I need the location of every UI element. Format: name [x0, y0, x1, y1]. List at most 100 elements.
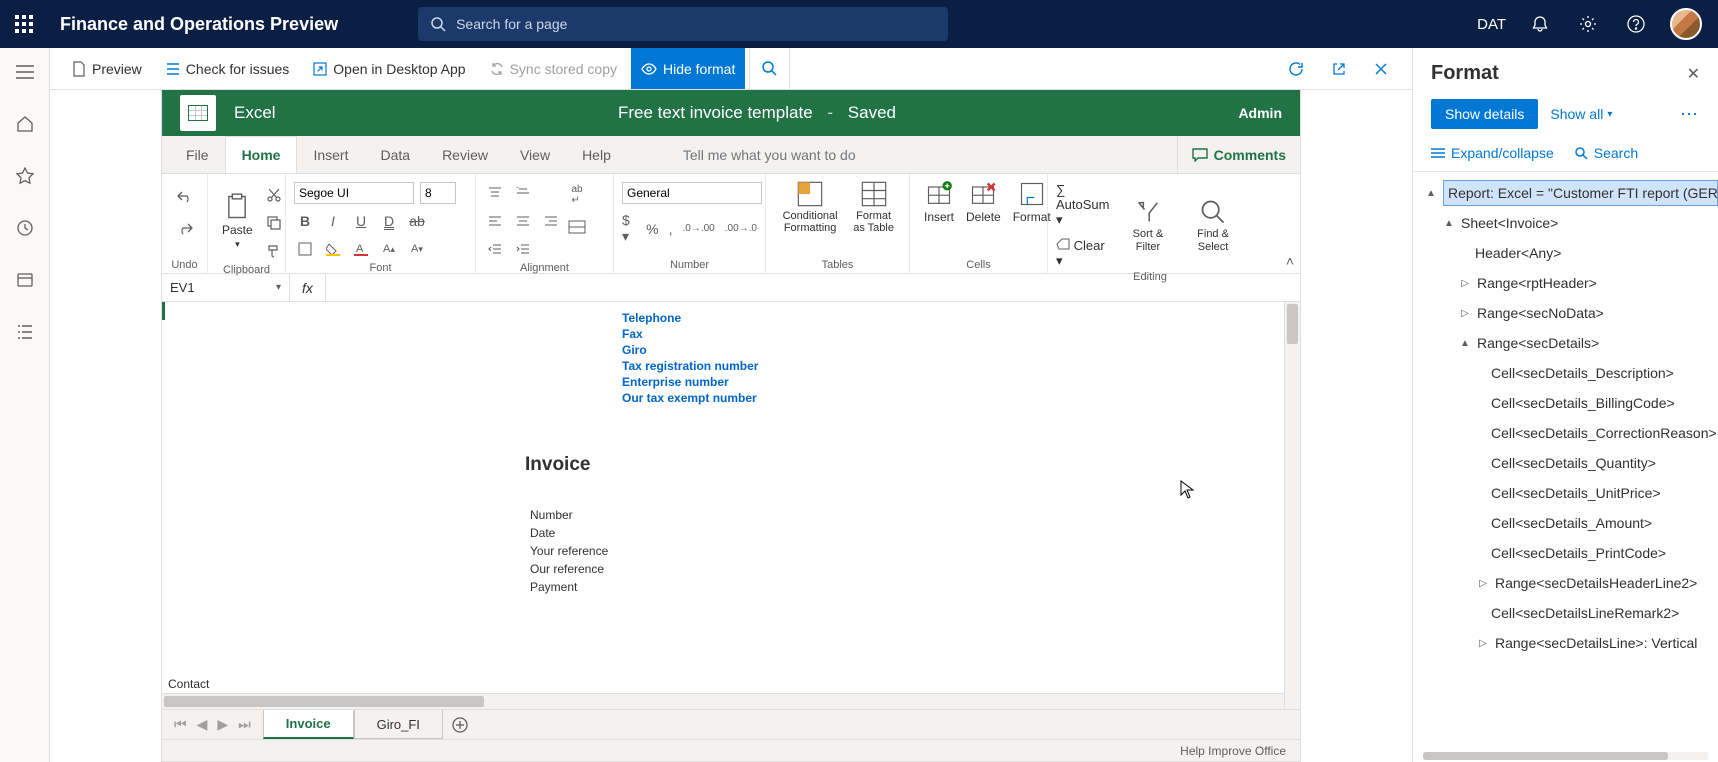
sheet-nav-next-icon[interactable]: ▶ [217, 716, 228, 733]
redo-icon[interactable] [174, 218, 196, 240]
fx-icon[interactable]: fx [290, 274, 326, 301]
worksheet-grid[interactable]: Telephone Fax Giro Tax registration numb… [162, 302, 1300, 709]
outdent-icon[interactable] [484, 238, 506, 260]
tree-cell-amount[interactable]: Cell<secDetails_Amount> [1423, 508, 1718, 538]
name-box[interactable]: EV1▾ [162, 274, 290, 301]
add-sheet-icon[interactable] [443, 710, 477, 739]
font-name-select[interactable] [294, 182, 414, 204]
open-desktop-button[interactable]: Open in Desktop App [303, 48, 475, 89]
cell-taxexempt[interactable]: Our tax exempt number [622, 390, 1284, 406]
preview-button[interactable]: Preview [62, 48, 152, 89]
merge-icon[interactable] [566, 216, 588, 238]
tree-root[interactable]: ▲Report: Excel = "Customer FTI report (G… [1423, 178, 1718, 208]
tab-insert[interactable]: Insert [297, 136, 364, 173]
sheet-nav-prev-icon[interactable]: ◀ [197, 716, 208, 733]
app-launcher-icon[interactable] [8, 8, 40, 40]
border-icon[interactable] [294, 238, 316, 260]
align-center-icon[interactable] [512, 210, 534, 232]
tab-file[interactable]: File [170, 136, 225, 173]
cell-contact[interactable]: Contact [168, 677, 209, 691]
tree-cell-remark2[interactable]: Cell<secDetailsLineRemark2> [1423, 598, 1718, 628]
currency-icon[interactable]: $ ▾ [622, 212, 636, 245]
help-icon[interactable] [1622, 10, 1650, 38]
sort-filter-button[interactable]: Sort & Filter [1120, 182, 1176, 269]
tree-cell-correction[interactable]: Cell<secDetails_CorrectionReason> [1423, 418, 1718, 448]
align-left-icon[interactable] [484, 210, 506, 232]
nav-workspaces-icon[interactable] [13, 268, 37, 292]
show-details-button[interactable]: Show details [1431, 99, 1538, 129]
invoice-heading[interactable]: Invoice [525, 454, 1284, 476]
shrink-font-icon[interactable]: A▾ [406, 238, 428, 260]
tab-home[interactable]: Home [225, 136, 298, 173]
cell-fax[interactable]: Fax [622, 326, 1284, 342]
tree-cell-billing[interactable]: Cell<secDetails_BillingCode> [1423, 388, 1718, 418]
copy-icon[interactable] [263, 212, 285, 234]
status-help[interactable]: Help Improve Office [1180, 744, 1286, 758]
comments-button[interactable]: Comments [1177, 136, 1300, 173]
tab-help[interactable]: Help [566, 136, 627, 173]
undo-icon[interactable] [174, 186, 196, 208]
tree-cell-qty[interactable]: Cell<secDetails_Quantity> [1423, 448, 1718, 478]
cut-icon[interactable] [263, 184, 285, 206]
tab-review[interactable]: Review [426, 136, 504, 173]
insert-cells-button[interactable]: Insert [918, 178, 960, 226]
tree-secnodata[interactable]: ▷Range<secNoData> [1423, 298, 1718, 328]
nav-home-icon[interactable] [13, 112, 37, 136]
sheet-nav-last-icon[interactable]: ⏭ [238, 716, 251, 733]
italic-icon[interactable]: I [322, 210, 344, 232]
inc-decimal-icon[interactable]: .0→.00 [683, 223, 715, 234]
number-format-select[interactable] [622, 182, 762, 204]
sheet-nav-first-icon[interactable]: ⏮ [174, 716, 187, 733]
comma-icon[interactable]: , [669, 221, 673, 237]
font-size-select[interactable] [420, 182, 456, 204]
panel-more-icon[interactable]: ⋯ [1680, 104, 1700, 125]
cell-payment[interactable]: Payment [530, 578, 1284, 596]
company-code[interactable]: DAT [1477, 16, 1506, 33]
hide-format-button[interactable]: Hide format [631, 48, 745, 89]
delete-cells-button[interactable]: Delete [960, 178, 1007, 226]
nav-recent-icon[interactable] [13, 216, 37, 240]
cell-telephone[interactable]: Telephone [622, 310, 1284, 326]
percent-icon[interactable]: % [646, 221, 658, 237]
cell-yourref[interactable]: Your reference [530, 542, 1284, 560]
strike-icon[interactable]: ab [406, 210, 428, 232]
tree-sheet[interactable]: ▲Sheet<Invoice> [1423, 208, 1718, 238]
cell-giro[interactable]: Giro [622, 342, 1284, 358]
user-avatar[interactable] [1670, 8, 1702, 40]
gear-icon[interactable] [1574, 10, 1602, 38]
excel-user[interactable]: Admin [1238, 105, 1282, 121]
nav-modules-icon[interactable] [13, 320, 37, 344]
font-color-icon[interactable]: A [350, 238, 372, 260]
cell-date[interactable]: Date [530, 524, 1284, 542]
sheet-hscroll[interactable] [162, 693, 1284, 709]
cell-enterprise[interactable]: Enterprise number [622, 374, 1284, 390]
tree-cell-price[interactable]: Cell<secDetails_UnitPrice> [1423, 478, 1718, 508]
format-table-button[interactable]: Format as Table [846, 178, 901, 236]
grow-font-icon[interactable]: A▴ [378, 238, 400, 260]
nav-favorites-icon[interactable] [13, 164, 37, 188]
tree-cell-desc[interactable]: Cell<secDetails_Description> [1423, 358, 1718, 388]
sheet-tab-giro[interactable]: Giro_FI [354, 710, 443, 739]
align-top-icon[interactable] [484, 182, 506, 204]
panel-close-icon[interactable]: ✕ [1687, 64, 1700, 84]
notifications-icon[interactable] [1526, 10, 1554, 38]
tree-range-hdrline2[interactable]: ▷Range<secDetailsHeaderLine2> [1423, 568, 1718, 598]
tree-header[interactable]: Header<Any> [1423, 238, 1718, 268]
popout-button[interactable] [1320, 48, 1358, 89]
sheet-vscroll[interactable] [1284, 302, 1300, 709]
global-search[interactable]: Search for a page [418, 7, 948, 41]
align-mid-icon[interactable] [512, 182, 534, 204]
panel-search-link[interactable]: Search [1574, 145, 1638, 161]
find-select-button[interactable]: Find & Select [1182, 182, 1244, 269]
cmd-search-button[interactable] [749, 48, 790, 89]
paste-button[interactable]: Paste▾ [216, 180, 259, 262]
close-button[interactable] [1362, 48, 1400, 89]
nav-hamburger-icon[interactable] [13, 60, 37, 84]
cell-ourref[interactable]: Our reference [530, 560, 1284, 578]
tab-view[interactable]: View [504, 136, 566, 173]
expand-collapse-link[interactable]: Expand/collapse [1431, 145, 1554, 161]
sheet-tab-invoice[interactable]: Invoice [263, 710, 354, 739]
fill-color-icon[interactable] [322, 238, 344, 260]
tell-me-input[interactable]: Tell me what you want to do [667, 136, 887, 173]
tab-data[interactable]: Data [364, 136, 426, 173]
